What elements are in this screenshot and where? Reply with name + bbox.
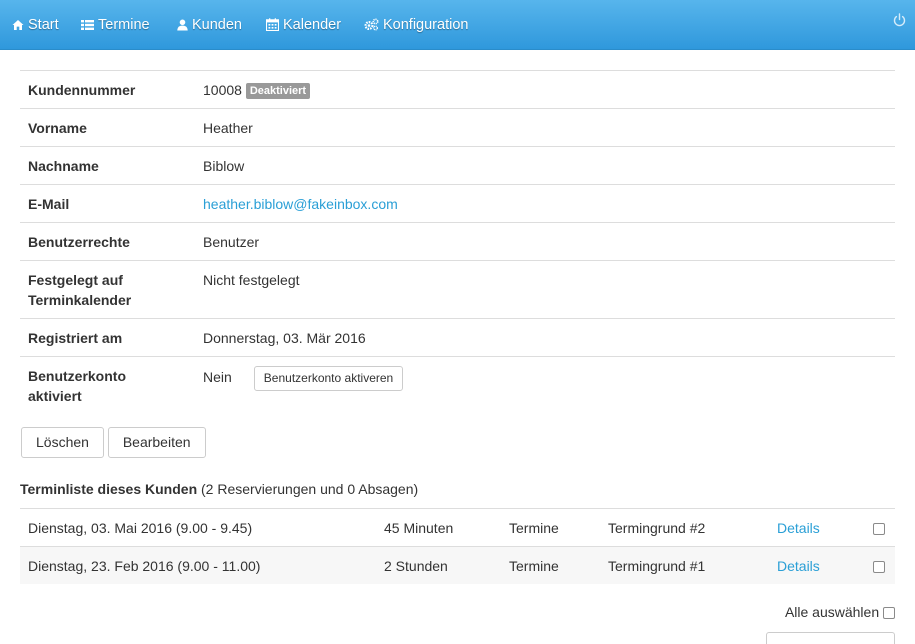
- appointment-reason: Termingrund #1: [600, 546, 769, 584]
- appointment-list-title: Terminliste dieses Kunden: [20, 481, 198, 497]
- logout-button[interactable]: [893, 13, 906, 30]
- power-icon: [893, 13, 906, 27]
- nav-kalender[interactable]: Kalender: [265, 16, 342, 36]
- appointment-duration: 45 Minuten: [376, 508, 501, 547]
- nav-kalender-label: Kalender: [283, 17, 342, 33]
- appointment-details-cell: Details: [769, 546, 865, 584]
- customer-number: 10008: [203, 82, 242, 98]
- info-row-terminkalender: Festgelegt auf Terminkalender Nicht fest…: [20, 260, 895, 319]
- info-label: Vorname: [20, 108, 195, 147]
- appointment-type: Termine: [501, 508, 600, 547]
- appointment-date: Dienstag, 23. Feb 2016 (9.00 - 11.00): [20, 546, 376, 584]
- table-row: Dienstag, 03. Mai 2016 (9.00 - 9.45) 45 …: [20, 508, 895, 547]
- nav-termine-label: Termine: [98, 17, 150, 33]
- calendar-icon: [265, 18, 280, 32]
- list-icon: [81, 20, 94, 30]
- info-value-cell: Nein Benutzerkonto aktiveren: [195, 357, 895, 415]
- nav-termine[interactable]: Termine: [81, 16, 150, 36]
- appointment-type: Termine: [501, 546, 600, 584]
- row-checkbox[interactable]: [873, 523, 885, 535]
- info-value: Donnerstag, 03. Mär 2016: [195, 318, 895, 357]
- info-row-benutzerkonto: Benutzerkonto aktiviert Nein Benutzerkont…: [20, 357, 895, 415]
- top-navbar: Start Termine Kunden Kalender Konfigurat…: [0, 0, 915, 50]
- appointment-reason: Termingrund #2: [600, 508, 769, 547]
- nav-konfiguration-label: Konfiguration: [383, 17, 469, 33]
- bulk-action-select[interactable]: [766, 632, 895, 644]
- info-row-nachname: Nachname Biblow: [20, 146, 895, 185]
- info-label: Benutzerrechte: [20, 222, 195, 261]
- appointment-table: Dienstag, 03. Mai 2016 (9.00 - 9.45) 45 …: [20, 508, 895, 584]
- email-link[interactable]: heather.biblow@fakeinbox.com: [203, 196, 398, 212]
- details-link[interactable]: Details: [777, 520, 820, 536]
- gears-icon: [364, 18, 379, 31]
- appointment-select-cell: [865, 508, 895, 547]
- details-link[interactable]: Details: [777, 558, 820, 574]
- nav-start-label: Start: [28, 17, 59, 33]
- customer-actions: Löschen Bearbeiten: [21, 427, 206, 458]
- appointment-date: Dienstag, 03. Mai 2016 (9.00 - 9.45): [20, 508, 376, 547]
- status-badge: Deaktiviert: [245, 83, 311, 99]
- info-label: Festgelegt auf Terminkalender: [20, 260, 195, 319]
- info-value: Nicht festgelegt: [195, 260, 895, 319]
- appointment-details-cell: Details: [769, 508, 865, 547]
- info-row-vorname: Vorname Heather: [20, 108, 895, 147]
- info-value: Heather: [195, 108, 895, 147]
- nav-konfiguration[interactable]: Konfiguration: [364, 16, 468, 36]
- info-row-email: E-Mail heather.biblow@fakeinbox.com: [20, 184, 895, 223]
- info-label: Kundennummer: [20, 70, 195, 109]
- account-active-value: Nein: [203, 369, 232, 385]
- home-icon: [12, 20, 24, 30]
- delete-button[interactable]: Löschen: [21, 427, 104, 458]
- select-all[interactable]: Alle auswählen: [785, 603, 895, 621]
- row-checkbox[interactable]: [873, 561, 885, 573]
- info-value-cell: heather.biblow@fakeinbox.com: [195, 184, 895, 223]
- customer-info-table: Kundennummer 10008 Deaktiviert Vorname H…: [20, 70, 895, 414]
- info-label: Registriert am: [20, 318, 195, 357]
- user-icon: [177, 19, 188, 31]
- select-all-checkbox[interactable]: [883, 607, 895, 619]
- info-value-cell: 10008 Deaktiviert: [195, 70, 895, 109]
- nav-kunden-label: Kunden: [192, 17, 242, 33]
- activate-account-button[interactable]: Benutzerkonto aktiveren: [253, 366, 404, 391]
- info-value: Benutzer: [195, 222, 895, 261]
- nav-kunden[interactable]: Kunden: [177, 16, 242, 36]
- info-row-benutzerrechte: Benutzerrechte Benutzer: [20, 222, 895, 261]
- appointment-duration: 2 Stunden: [376, 546, 501, 584]
- table-row: Dienstag, 23. Feb 2016 (9.00 - 11.00) 2 …: [20, 546, 895, 584]
- appointment-list-heading: Terminliste dieses Kunden (2 Reservierun…: [20, 480, 418, 498]
- edit-button[interactable]: Bearbeiten: [107, 427, 206, 458]
- info-row-kundennummer: Kundennummer 10008 Deaktiviert: [20, 70, 895, 109]
- info-row-registriert: Registriert am Donnerstag, 03. Mär 2016: [20, 318, 895, 357]
- info-value: Biblow: [195, 146, 895, 185]
- select-all-label: Alle auswählen: [784, 604, 880, 620]
- info-label: E-Mail: [20, 184, 195, 223]
- nav-start[interactable]: Start: [12, 16, 59, 36]
- customer-detail: Kundennummer 10008 Deaktiviert Vorname H…: [20, 50, 895, 644]
- appointment-select-cell: [865, 546, 895, 584]
- info-label: Benutzerkonto aktiviert: [28, 368, 126, 404]
- appointment-list-summary: (2 Reservierungen und 0 Absagen): [201, 481, 419, 497]
- info-label: Nachname: [20, 146, 195, 185]
